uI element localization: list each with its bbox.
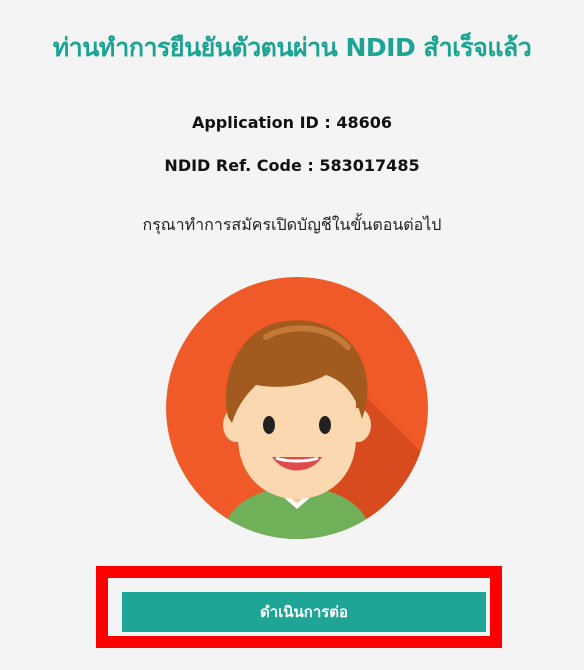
user-avatar-icon bbox=[166, 277, 428, 539]
instruction-text: กรุณาทำการสมัครเปิดบัญชีในขั้นตอนต่อไป bbox=[142, 215, 442, 234]
continue-button[interactable]: ดำเนินการต่อ bbox=[122, 592, 486, 632]
application-id-text: Application ID : 48606 bbox=[191, 113, 393, 132]
continue-button-highlight: ดำเนินการต่อ bbox=[96, 566, 502, 648]
ndid-ref-code-text: NDID Ref. Code : 583017485 bbox=[164, 156, 420, 175]
page-title: ท่านทำการยืนยันตัวตนผ่าน NDID สำเร็จแล้ว bbox=[52, 33, 532, 62]
success-card: ท่านทำการยืนยันตัวตนผ่าน NDID สำเร็จแล้ว… bbox=[0, 0, 584, 670]
